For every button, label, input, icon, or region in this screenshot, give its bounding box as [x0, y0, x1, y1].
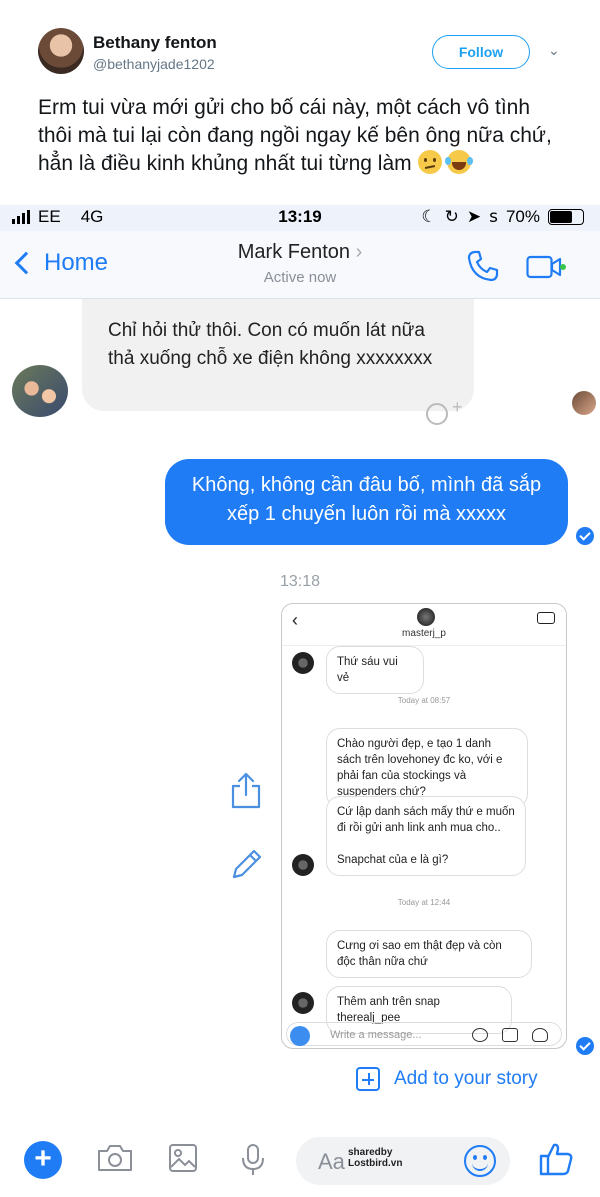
dm-sender-avatar	[292, 992, 314, 1014]
gallery-icon	[502, 1028, 518, 1042]
add-to-story-button[interactable]: Add to your story	[356, 1067, 538, 1091]
thumbs-up-icon[interactable]	[538, 1141, 574, 1177]
contact-status: Active now	[263, 269, 337, 286]
read-receipt-avatar	[572, 391, 596, 415]
messenger-screenshot: EE 4G 13:19 ☾ ↻ ➤ ꜱ 70% Home Mark Fenton…	[0, 205, 600, 1197]
orientation-lock-icon: ↻	[444, 207, 459, 226]
tweet-avatar[interactable]	[38, 28, 84, 74]
tweet-body: Erm tui vừa mới gửi cho bố cái này, một …	[38, 96, 552, 175]
add-icon	[356, 1067, 380, 1091]
contact-avatar[interactable]	[12, 365, 68, 417]
dm-input-placeholder: Write a message...	[330, 1029, 422, 1041]
dm-message-text: Cứ lập danh sách mấy thứ e muốn đi rồi g…	[337, 806, 515, 834]
dm-message: Cưng ơi sao em thật đẹp và còn độc thân …	[326, 930, 532, 978]
dm-timestamp: Today at 12:44	[397, 898, 451, 907]
microphone-icon[interactable]	[240, 1143, 266, 1177]
follow-button[interactable]: Follow	[432, 35, 530, 69]
dm-message: Thứ sáu vui vẻ	[326, 646, 424, 694]
dm-timestamp: Today at 08:57	[397, 696, 451, 705]
moon-icon: ☾	[421, 207, 437, 226]
share-icon[interactable]	[230, 771, 262, 809]
camera-icon[interactable]	[96, 1143, 134, 1173]
chevron-down-icon[interactable]: ⌄	[548, 42, 560, 59]
smiley-icon	[426, 403, 448, 425]
delivered-check-icon	[576, 1037, 594, 1055]
video-call-icon[interactable]	[526, 255, 566, 279]
watermark-line-2: Lostbird.vn	[348, 1158, 403, 1169]
incoming-message[interactable]: Chỉ hỏi thử thôi. Con có muốn lát nữa th…	[82, 299, 474, 411]
dm-message-text: Snapchat của e là gì?	[337, 854, 449, 866]
tweet-author-handle[interactable]: @bethanyjade1202	[93, 56, 215, 72]
emoji-icon[interactable]	[464, 1145, 496, 1177]
delivered-check-icon	[576, 527, 594, 545]
tweet-text: Erm tui vừa mới gửi cho bố cái này, một …	[38, 94, 568, 178]
message-input[interactable]: Aa	[296, 1137, 510, 1185]
dm-sender-avatar	[292, 652, 314, 674]
location-icon: ➤	[466, 207, 482, 226]
dm-message-input	[286, 1022, 562, 1046]
heart-icon	[532, 1028, 548, 1042]
status-bar: EE 4G 13:19 ☾ ↻ ➤ ꜱ 70%	[0, 205, 600, 231]
dm-username: masterj_p	[402, 628, 446, 639]
phone-call-icon[interactable]	[466, 249, 500, 283]
battery-percent: 70%	[505, 207, 540, 226]
watermark: sharedby Lostbird.vn	[348, 1147, 402, 1169]
chat-header: Home Mark Fenton › Active now	[0, 231, 600, 299]
battery-icon	[548, 209, 584, 225]
outgoing-message[interactable]: Không, không cần đâu bố, mình đã sắp xếp…	[165, 459, 568, 545]
watermark-line-1: sharedby	[348, 1147, 393, 1158]
message-timestamp: 13:18	[279, 573, 321, 590]
tweet-author-name[interactable]: Bethany fenton	[93, 33, 217, 53]
tears-of-joy-icon	[445, 150, 472, 174]
video-icon	[537, 612, 555, 624]
photo-gallery-icon[interactable]	[168, 1143, 198, 1173]
tweet: Bethany fenton @bethanyjade1202 Follow ⌄…	[0, 0, 600, 205]
edit-pencil-icon[interactable]	[230, 847, 264, 881]
conversation: Chỉ hỏi thử thôi. Con có muốn lát nữa th…	[0, 299, 600, 1127]
composer-bar: + Aa sharedby Lostbird.vn	[0, 1127, 600, 1197]
add-to-story-label: Add to your story	[394, 1068, 538, 1089]
dm-avatar	[417, 608, 435, 626]
bluetooth-icon: ꜱ	[489, 207, 498, 226]
contact-name[interactable]: Mark Fenton ›	[0, 241, 600, 264]
camera-icon	[290, 1026, 310, 1046]
message-placeholder: Aa	[318, 1149, 345, 1174]
more-actions-button[interactable]: +	[24, 1141, 62, 1179]
dm-header: ‹ masterj_p	[282, 604, 566, 646]
plus-icon: +	[452, 397, 463, 417]
dm-message: Cứ lập danh sách mấy thứ e muốn đi rồi g…	[326, 796, 526, 876]
confused-face-icon	[417, 150, 442, 174]
dm-sender-avatar	[292, 854, 314, 876]
shared-image-instagram-dm[interactable]: ‹ masterj_p Thứ sáu vui vẻ Today at 08:5…	[281, 603, 567, 1049]
add-reaction-button[interactable]: +	[426, 397, 466, 429]
sticker-icon	[472, 1028, 488, 1042]
